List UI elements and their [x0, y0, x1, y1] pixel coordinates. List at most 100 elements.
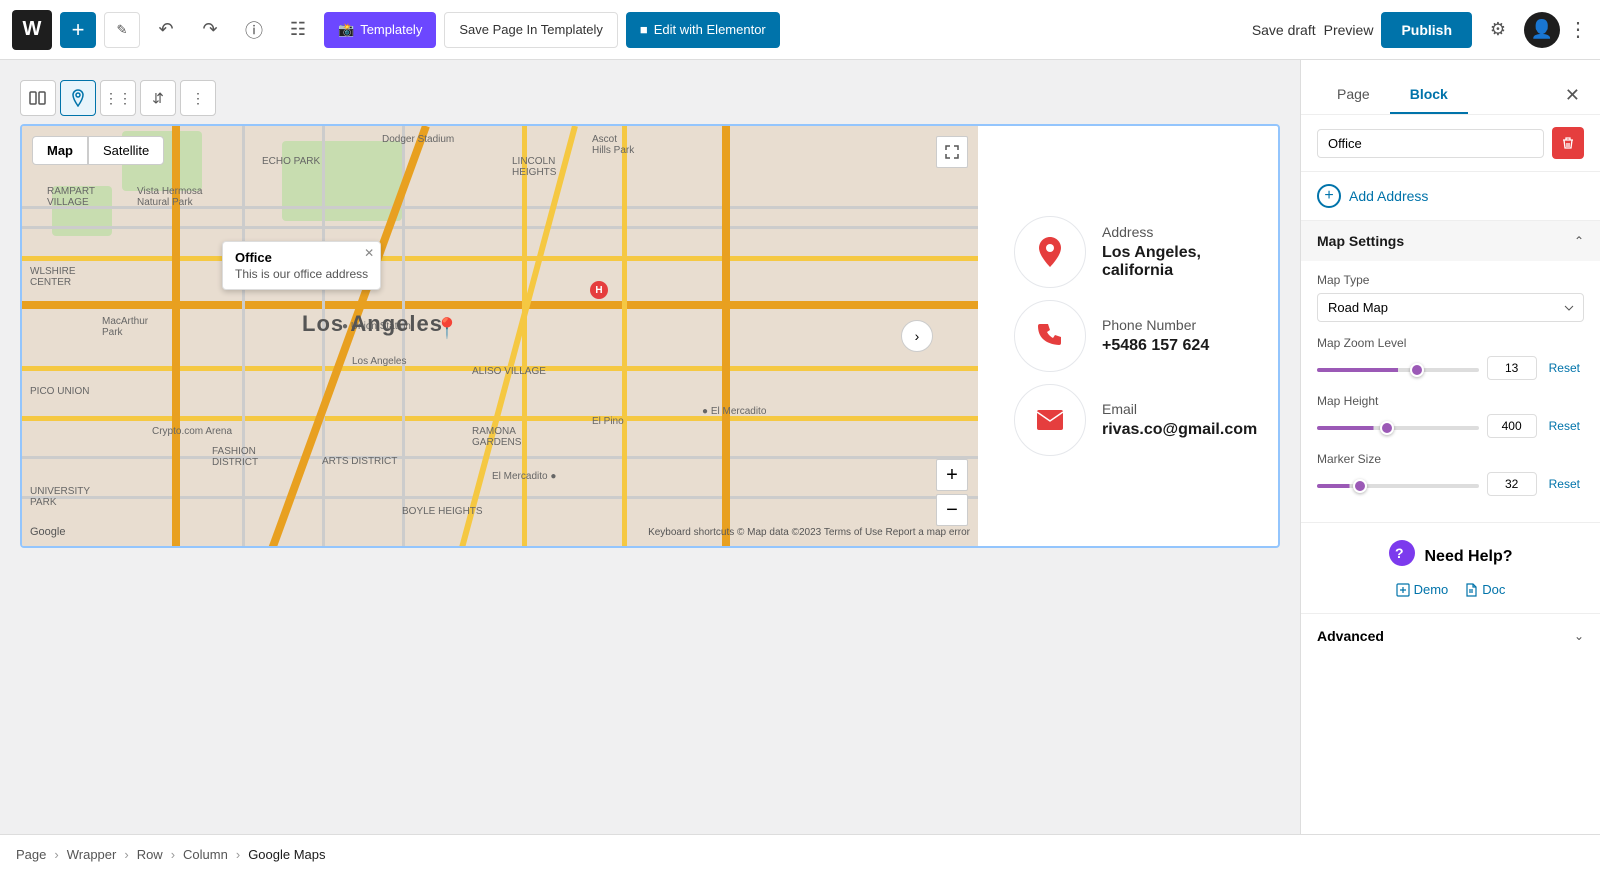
marker-slider-wrapper: [1317, 475, 1479, 493]
label-echo-park: ECHO PARK: [262, 156, 320, 167]
breadcrumb-column[interactable]: Column: [183, 847, 228, 862]
add-block-button[interactable]: +: [60, 12, 96, 48]
publish-button[interactable]: Publish: [1381, 12, 1472, 48]
map-nav-button[interactable]: ›: [901, 320, 933, 352]
map-tab-controls: Map Satellite: [32, 136, 164, 165]
popup-title: Office: [235, 250, 368, 265]
map-view-button[interactable]: [60, 80, 96, 116]
tab-block[interactable]: Block: [1390, 76, 1468, 114]
list-button[interactable]: ☷: [280, 12, 316, 48]
phone-value: +5486 157 624: [1102, 337, 1262, 355]
zoom-value-input[interactable]: [1487, 356, 1537, 380]
move-up-down-button[interactable]: ⇵: [140, 80, 176, 116]
map-zoom-out-button[interactable]: −: [936, 494, 968, 526]
map-zoom-in-button[interactable]: +: [936, 459, 968, 491]
label-ascot: AscotHills Park: [592, 134, 634, 156]
add-address-icon: +: [1317, 184, 1341, 208]
label-dodger: Dodger Stadium: [382, 134, 454, 145]
advanced-chevron: ⌄: [1574, 629, 1584, 643]
map-height-row: Map Height Reset: [1317, 394, 1584, 438]
settings-gear-button[interactable]: ⚙: [1480, 12, 1516, 48]
map-settings-section: Map Settings ⌃ Map Type Road Map Satelli…: [1301, 221, 1600, 523]
more-options-button[interactable]: ⋮: [1568, 17, 1588, 42]
advanced-header[interactable]: Advanced ⌄: [1301, 614, 1600, 658]
bottom-bar: Page › Wrapper › Row › Column › Google M…: [0, 834, 1600, 874]
advanced-label: Advanced: [1317, 628, 1384, 644]
breadcrumb-page[interactable]: Page: [16, 847, 46, 862]
tab-page[interactable]: Page: [1317, 76, 1390, 114]
save-draft-button[interactable]: Save draft: [1252, 22, 1316, 38]
email-value: rivas.co@gmail.com: [1102, 421, 1262, 439]
info-button[interactable]: ⓘ: [236, 12, 272, 48]
block-name-row: [1301, 115, 1600, 172]
phone-card: Phone Number +5486 157 624: [1014, 300, 1262, 372]
height-value-input[interactable]: [1487, 414, 1537, 438]
map-block: ECHO PARK Dodger Stadium RAMPARTVILLAGE …: [20, 124, 1280, 548]
breadcrumb-row[interactable]: Row: [137, 847, 163, 862]
zoom-reset-button[interactable]: Reset: [1545, 357, 1584, 379]
delete-block-button[interactable]: [1552, 127, 1584, 159]
label-fashion: FASHIONDISTRICT: [212, 446, 258, 468]
map-tab-satellite[interactable]: Satellite: [88, 136, 164, 165]
height-slider[interactable]: [1317, 426, 1479, 430]
marker-reset-button[interactable]: Reset: [1545, 473, 1584, 495]
main-area: ⋮⋮ ⇵ ⋮: [0, 60, 1600, 834]
panel-header: Page Block ✕: [1301, 60, 1600, 115]
templately-button[interactable]: 📸 Templately: [324, 12, 436, 48]
h-marker: H: [590, 281, 608, 299]
map-fullscreen-button[interactable]: [936, 136, 968, 168]
map-marker[interactable]: 📍: [435, 316, 460, 341]
phone-icon-circle: [1014, 300, 1086, 372]
map-tab-map[interactable]: Map: [32, 136, 88, 165]
doc-link[interactable]: Doc: [1464, 582, 1505, 597]
breadcrumb-wrapper[interactable]: Wrapper: [67, 847, 117, 862]
demo-link[interactable]: Demo: [1396, 582, 1449, 597]
drag-handle[interactable]: ⋮⋮: [100, 80, 136, 116]
popup-close-button[interactable]: ✕: [364, 246, 374, 260]
height-reset-button[interactable]: Reset: [1545, 415, 1584, 437]
marker-size-row: Marker Size Reset: [1317, 452, 1584, 496]
panel-close-button[interactable]: ✕: [1561, 81, 1584, 110]
redo-button[interactable]: ↷: [192, 12, 228, 48]
undo-button[interactable]: ↶: [148, 12, 184, 48]
label-crypto: Crypto.com Arena: [152, 426, 232, 437]
save-templately-label: Save Page In Templately: [459, 22, 603, 37]
edit-button[interactable]: ✎: [104, 12, 140, 48]
email-icon-circle: [1014, 384, 1086, 456]
doc-label: Doc: [1482, 582, 1505, 597]
block-name-input[interactable]: [1317, 129, 1544, 158]
phone-content: Phone Number +5486 157 624: [1102, 317, 1262, 355]
breadcrumb-sep-2: ›: [124, 847, 128, 862]
map-type-select[interactable]: Road Map Satellite Hybrid Terrain: [1317, 293, 1584, 322]
add-address-row[interactable]: + Add Address: [1301, 172, 1600, 221]
label-macarthur: MacArthurPark: [102, 316, 148, 338]
block-more-options[interactable]: ⋮: [180, 80, 216, 116]
map-type-label: Map Type: [1317, 273, 1584, 287]
save-templately-button[interactable]: Save Page In Templately: [444, 12, 618, 48]
canvas: ⋮⋮ ⇵ ⋮: [0, 60, 1300, 834]
demo-label: Demo: [1414, 582, 1449, 597]
marker-size-label: Marker Size: [1317, 452, 1584, 466]
zoom-slider[interactable]: [1317, 368, 1479, 372]
user-avatar-button[interactable]: 👤: [1524, 12, 1560, 48]
label-aliso: ALISO VILLAGE: [472, 366, 546, 377]
map-settings-header[interactable]: Map Settings ⌃: [1301, 221, 1600, 261]
help-section: ? Need Help? Demo Doc: [1301, 523, 1600, 614]
marker-value-input[interactable]: [1487, 472, 1537, 496]
address-label: Address: [1102, 224, 1262, 240]
map-zoom-label: Map Zoom Level: [1317, 336, 1584, 350]
breadcrumb-sep-4: ›: [236, 847, 240, 862]
map-settings-title: Map Settings: [1317, 233, 1404, 249]
elementor-button[interactable]: ■ Edit with Elementor: [626, 12, 780, 48]
wp-logo[interactable]: W: [12, 10, 52, 50]
map-popup: ✕ Office This is our office address: [222, 241, 381, 290]
label-el-mercadito2: ● El Mercadito: [702, 406, 766, 417]
map-settings-chevron: ⌃: [1574, 234, 1584, 248]
svg-text:?: ?: [1395, 545, 1404, 561]
map-copyright: Keyboard shortcuts © Map data ©2023 Term…: [648, 527, 970, 538]
panel-tabs: Page Block: [1317, 76, 1468, 114]
marker-slider[interactable]: [1317, 484, 1479, 488]
layout-view-button[interactable]: [20, 80, 56, 116]
preview-button[interactable]: Preview: [1324, 22, 1374, 38]
label-university: UNIVERSITYPARK: [30, 486, 90, 508]
